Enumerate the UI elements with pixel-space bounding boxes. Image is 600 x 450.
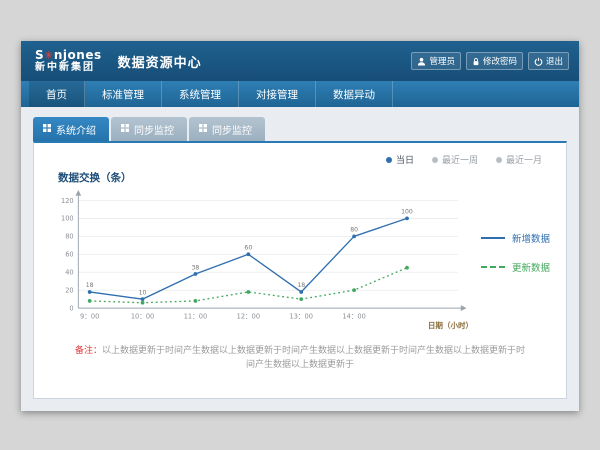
note-prefix: 备注： xyxy=(75,346,102,356)
legend-dot-icon xyxy=(496,157,502,163)
svg-text:10: 10 xyxy=(139,289,147,296)
svg-text:120: 120 xyxy=(61,197,74,205)
main-nav: 首页 标准管理 系统管理 对接管理 数据异动 xyxy=(21,81,579,107)
svg-text:0: 0 xyxy=(69,304,73,312)
tab-sync-monitor-2[interactable]: 同步监控 xyxy=(189,117,265,141)
chart-y-axis-title: 数据交换（条） xyxy=(58,170,566,185)
svg-text:60: 60 xyxy=(244,245,252,252)
header-actions: 管理员 修改密码 退出 xyxy=(411,52,569,70)
svg-text:38: 38 xyxy=(192,264,200,271)
logout-button[interactable]: 退出 xyxy=(528,52,569,70)
svg-text:9：00: 9：00 xyxy=(80,313,99,321)
legend-item-new-data: 新增数据 xyxy=(481,231,550,245)
note-text: 以上数据更新于时间产生数据以上数据更新于时间产生数据以上数据更新于时间产生数据以… xyxy=(102,346,525,370)
change-password-button[interactable]: 修改密码 xyxy=(466,52,523,70)
legend-dot-icon xyxy=(432,157,438,163)
nav-item-integration-mgmt[interactable]: 对接管理 xyxy=(239,81,316,107)
nav-item-home[interactable]: 首页 xyxy=(29,81,85,107)
chart-row: 0 20 40 60 80 100 120 9：00 10：00 11：00 12：00 13：00 1… xyxy=(34,187,566,331)
svg-text:14：00: 14：00 xyxy=(342,313,365,321)
legend-item-update-data: 更新数据 xyxy=(481,260,550,274)
svg-text:100: 100 xyxy=(401,209,413,216)
svg-text:80: 80 xyxy=(65,233,73,241)
grid-icon xyxy=(199,124,207,135)
power-icon xyxy=(534,57,543,66)
filter-last-month[interactable]: 最近一月 xyxy=(496,153,542,166)
nav-item-system-mgmt[interactable]: 系统管理 xyxy=(162,81,239,107)
logo: S✳njones 新中新集团 xyxy=(35,49,102,73)
app-header: S✳njones 新中新集团 数据资源中心 管理员 修改密码 xyxy=(21,41,579,81)
svg-text:18: 18 xyxy=(86,282,94,289)
line-chart: 0 20 40 60 80 100 120 9：00 10：00 11：00 12：00 13：00 1… xyxy=(50,187,475,331)
content-area: 系统介绍 同步监控 同步监控 xyxy=(21,107,579,411)
user-icon xyxy=(417,57,426,66)
svg-text:12：00: 12：00 xyxy=(237,313,260,321)
solid-line-icon xyxy=(481,237,505,239)
filter-today[interactable]: 当日 xyxy=(386,153,414,166)
svg-text:20: 20 xyxy=(65,287,73,295)
lock-icon xyxy=(472,57,480,66)
svg-text:10：00: 10：00 xyxy=(131,313,154,321)
svg-text:13：00: 13：00 xyxy=(290,313,313,321)
svg-text:60: 60 xyxy=(65,251,73,259)
grid-icon xyxy=(121,124,129,135)
dotted-line-icon xyxy=(481,266,505,268)
tab-sync-monitor-1[interactable]: 同步监控 xyxy=(111,117,187,141)
grid-icon xyxy=(43,124,51,135)
series-legend: 新增数据 更新数据 xyxy=(481,231,550,274)
logo-star-icon: ✳ xyxy=(44,49,54,62)
tab-bar: 系统介绍 同步监控 同步监控 xyxy=(33,117,567,141)
svg-text:11：00: 11：00 xyxy=(184,313,207,321)
logo-company-name: 新中新集团 xyxy=(35,62,102,73)
tab-system-intro[interactable]: 系统介绍 xyxy=(33,117,109,141)
svg-text:100: 100 xyxy=(61,215,74,223)
range-filter-legend: 当日 最近一周 最近一月 xyxy=(34,143,566,166)
nav-item-data-change[interactable]: 数据异动 xyxy=(316,81,393,107)
svg-text:18: 18 xyxy=(297,282,305,289)
nav-item-standard-mgmt[interactable]: 标准管理 xyxy=(85,81,162,107)
page-background: S✳njones 新中新集团 数据资源中心 管理员 修改密码 xyxy=(0,0,600,450)
admin-user-button[interactable]: 管理员 xyxy=(411,52,461,70)
filter-last-week[interactable]: 最近一周 xyxy=(432,153,478,166)
app-window: S✳njones 新中新集团 数据资源中心 管理员 修改密码 xyxy=(21,41,579,411)
chart-panel: 当日 最近一周 最近一月 数据交换（条） 0 20 40 60 80 100 120 9：00… xyxy=(33,141,567,399)
svg-text:40: 40 xyxy=(65,269,73,277)
logo-text: S✳njones xyxy=(35,49,102,62)
page-title: 数据资源中心 xyxy=(118,52,202,71)
svg-text:80: 80 xyxy=(350,227,358,234)
footer-note: 备注：以上数据更新于时间产生数据以上数据更新于时间产生数据以上数据更新于时间产生… xyxy=(34,345,566,398)
svg-text:日期（小时）: 日期（小时） xyxy=(428,320,473,330)
legend-dot-icon xyxy=(386,157,392,163)
